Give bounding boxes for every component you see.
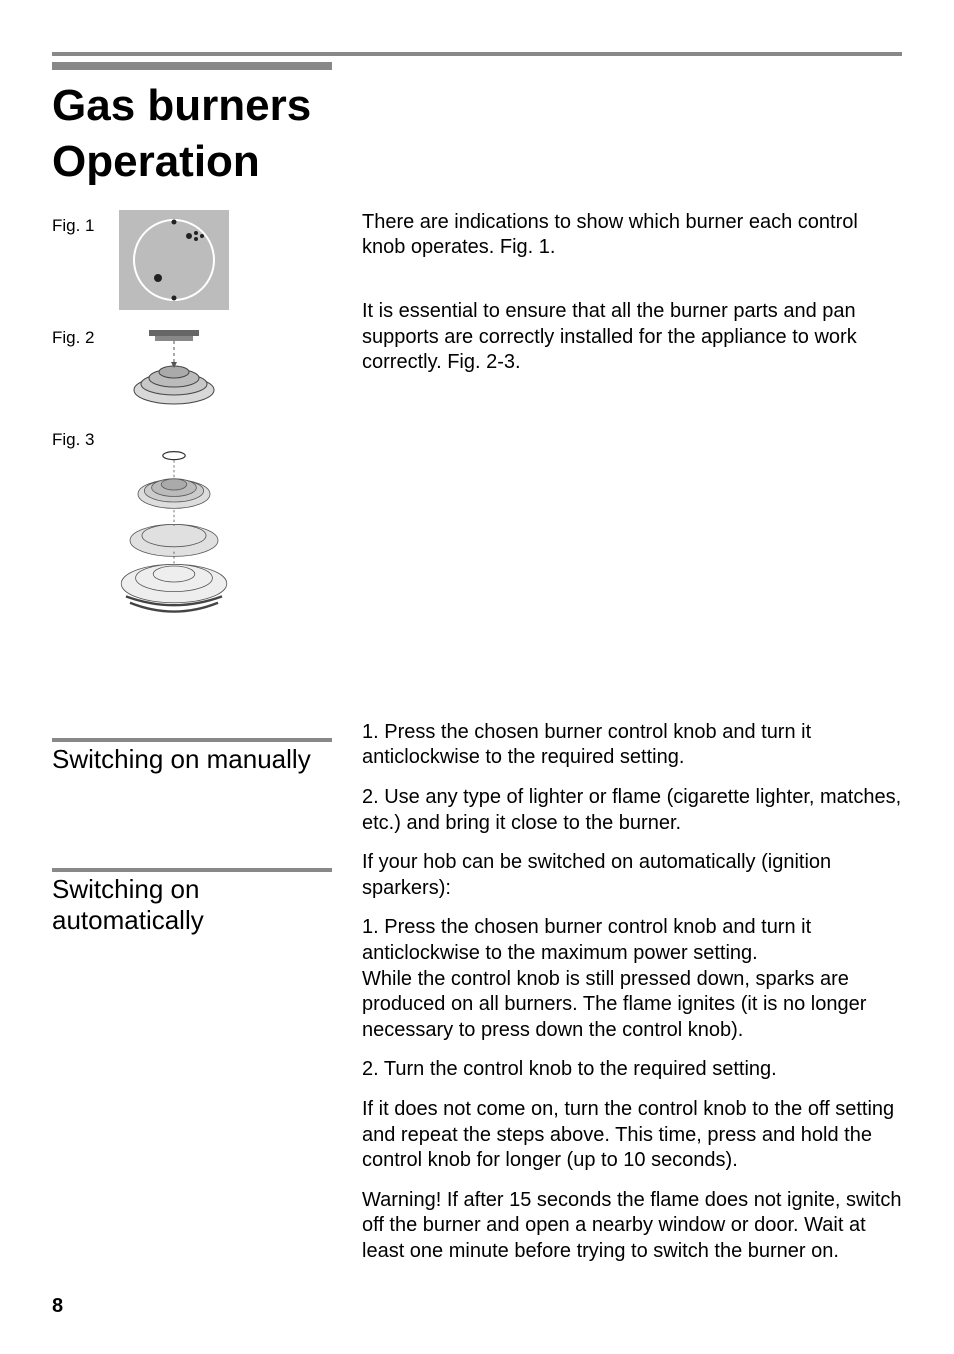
- figure-1-label: Fig. 1: [52, 210, 114, 236]
- section-rule-automatic: [52, 868, 332, 872]
- section-rule-manual: [52, 738, 332, 742]
- figure-2-image: [114, 322, 234, 412]
- automatic-intro: If your hob can be switched on automatic…: [362, 850, 902, 901]
- figure-3-image: [114, 424, 234, 644]
- page-title-line1: Gas burners: [52, 80, 902, 132]
- title-rule: [52, 62, 332, 70]
- page-top-rule: [52, 52, 902, 56]
- intro-paragraph-1: There are indications to show which burn…: [362, 210, 902, 261]
- figure-3-label: Fig. 3: [52, 424, 114, 450]
- figure-1-image: [114, 210, 234, 310]
- page-number: 8: [52, 1295, 63, 1318]
- intro-paragraph-2: It is essential to ensure that all the b…: [362, 299, 902, 376]
- automatic-retry: If it does not come on, turn the control…: [362, 1097, 902, 1174]
- manual-step-2: 2. Use any type of lighter or flame (cig…: [362, 785, 902, 836]
- automatic-step-2: 2. Turn the control knob to the required…: [362, 1057, 902, 1083]
- automatic-step-1: 1. Press the chosen burner control knob …: [362, 915, 902, 1043]
- section-title-manual: Switching on manually: [52, 744, 344, 775]
- section-title-automatic: Switching on automatically: [52, 874, 344, 936]
- automatic-warning: Warning! If after 15 seconds the flame d…: [362, 1188, 902, 1265]
- manual-step-1: 1. Press the chosen burner control knob …: [362, 720, 902, 771]
- figure-2-label: Fig. 2: [52, 322, 114, 348]
- page-title-line2: Operation: [52, 136, 902, 188]
